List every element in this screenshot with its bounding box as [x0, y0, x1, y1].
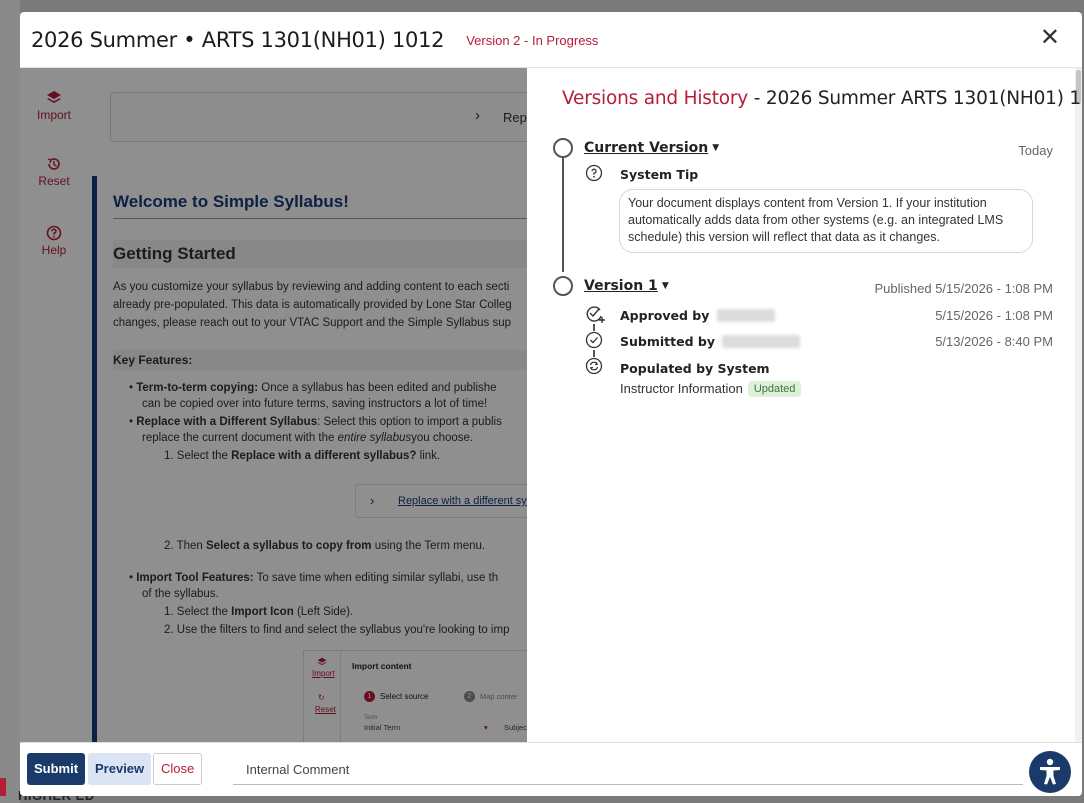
close-icon[interactable]: ✕: [1040, 26, 1060, 50]
help-icon: [46, 225, 62, 241]
caret-down-icon: ▾: [484, 723, 488, 732]
history-connector: [593, 324, 595, 331]
step-item: 2. Then Select a syllabus to copy from u…: [164, 540, 486, 552]
version-status: Version 2 - In Progress: [466, 33, 599, 48]
current-version-toggle[interactable]: Current Version ▼: [584, 140, 719, 156]
replace-bar-label: Repl: [503, 110, 527, 125]
close-button[interactable]: Close: [153, 753, 203, 785]
key-features-heading: Key Features:: [113, 350, 527, 370]
instructor-information: Instructor Information Updated: [620, 381, 802, 397]
history-icon: [47, 158, 60, 170]
import-tool[interactable]: Import: [20, 90, 88, 122]
syllabus-modal: 2026 Summer • ARTS 1301(NH01) 1012 Versi…: [20, 12, 1082, 796]
background-page: [0, 0, 20, 803]
submitted-by-label: Submitted by: [620, 334, 715, 349]
reset-tool-label: Reset: [38, 174, 70, 188]
syllabus-editor: Import Reset Help › Rep Welcome to Simpl…: [20, 68, 527, 742]
sync-icon: [585, 357, 603, 375]
version-1-date: Published 5/15/2026 - 1:08 PM: [874, 281, 1053, 296]
help-circle-icon: [585, 164, 603, 182]
intro-line: changes, please reach out to your VTAC S…: [113, 317, 512, 329]
chevron-right-icon: ›: [475, 107, 480, 124]
populated-by-system-label: Populated by System: [620, 361, 770, 376]
help-tool[interactable]: Help: [20, 225, 88, 257]
history-icon: ↻: [318, 693, 325, 702]
accessibility-icon: [1040, 758, 1060, 785]
current-version-date: Today: [1018, 143, 1053, 158]
welcome-section: Welcome to Simple Syllabus! Getting Star…: [92, 176, 527, 742]
caret-down-icon: ▼: [661, 281, 669, 291]
feature-item: • Replace with a Different Syllabus: Sel…: [129, 416, 502, 428]
approved-date: 5/15/2026 - 1:08 PM: [935, 308, 1053, 323]
step-item: 2. Use the filters to find and select th…: [164, 624, 510, 636]
import-screenshot-image: Import ↻ Reset Import content 1 Select s…: [303, 650, 527, 742]
check-circle-icon: [585, 331, 603, 349]
panel-scrollbar[interactable]: [1075, 68, 1082, 742]
help-tool-label: Help: [41, 243, 67, 257]
caret-down-icon: ▼: [712, 143, 720, 153]
submitted-date: 5/13/2026 - 8:40 PM: [935, 334, 1053, 349]
import-tool-label: Import: [36, 108, 71, 122]
panel-title: Versions and History - 2026 Summer ARTS …: [562, 88, 1082, 109]
intro-line: As you customize your syllabus by review…: [113, 281, 510, 293]
chevron-right-icon: ›: [370, 493, 375, 508]
editor-content: › Repl Welcome to Simple Syllabus! Getti…: [88, 68, 527, 742]
layers-icon: [47, 91, 61, 103]
modal-header: 2026 Summer • ARTS 1301(NH01) 1012 Versi…: [20, 12, 1082, 68]
version-1-toggle[interactable]: Version 1 ▼: [584, 278, 669, 294]
step-number: 2: [464, 691, 475, 702]
inner-step2: Map conter: [480, 692, 518, 701]
feature-item: • Term-to-term copying: Once a syllabus …: [129, 382, 497, 394]
inner-reset-label: Reset: [315, 705, 336, 714]
updated-badge: Updated: [747, 381, 802, 397]
welcome-heading: Welcome to Simple Syllabus!: [113, 192, 349, 211]
step-item: 1. Select the Replace with a different s…: [164, 450, 441, 462]
system-tip-text: Your document displays content from Vers…: [619, 189, 1033, 253]
modal-title: 2026 Summer • ARTS 1301(NH01) 1012: [31, 27, 445, 52]
system-tip-title: System Tip: [620, 167, 699, 182]
inner-heading: Import content: [352, 661, 412, 671]
internal-comment-input[interactable]: Internal Comment: [233, 753, 1023, 785]
intro-line: already pre-populated. This data is auto…: [113, 299, 512, 311]
feature-item: • Import Tool Features: To save time whe…: [129, 572, 499, 584]
divider: [113, 218, 527, 219]
reset-tool[interactable]: Reset: [20, 156, 88, 188]
inner-term-label: Term: [364, 715, 378, 721]
replace-syllabus-link[interactable]: Replace with a different sy: [398, 495, 527, 507]
modal-footer: Submit Preview Close Internal Comment: [20, 742, 1082, 796]
feature-item-line: of the syllabus.: [142, 588, 219, 600]
replace-syllabus-bar[interactable]: › Repl: [110, 92, 527, 142]
approved-by-label: Approved by: [620, 308, 710, 323]
submit-button[interactable]: Submit: [27, 753, 86, 785]
inner-import-label: Import: [312, 669, 335, 678]
inner-term-value: Initial Term: [364, 723, 401, 732]
history-connector: [593, 350, 595, 357]
inner-step1: Select source: [380, 692, 429, 701]
timeline-node: [553, 276, 573, 296]
getting-started-heading: Getting Started: [113, 240, 527, 268]
versions-history-panel: Versions and History - 2026 Summer ARTS …: [527, 68, 1082, 742]
layers-icon: [317, 657, 327, 666]
timeline-line: [562, 146, 564, 272]
feature-item-line: can be copied over into future terms, sa…: [142, 398, 488, 410]
editor-toolbar: Import Reset Help: [20, 68, 88, 742]
preview-button[interactable]: Preview: [88, 753, 152, 785]
inner-subject: Subjec: [504, 723, 527, 732]
replace-syllabus-link-box[interactable]: › Replace with a different sy: [355, 484, 527, 518]
redacted-name: [722, 335, 800, 348]
step-number: 1: [364, 691, 375, 702]
feature-item-line: replace the current document with the en…: [142, 432, 474, 444]
accessibility-button[interactable]: [1029, 751, 1071, 793]
check-plus-icon: [585, 304, 605, 323]
redacted-name: [717, 309, 775, 322]
step-item: 1. Select the Import Icon (Left Side).: [164, 606, 354, 618]
background-logo-mark: [0, 778, 6, 796]
timeline-node: [553, 138, 573, 158]
